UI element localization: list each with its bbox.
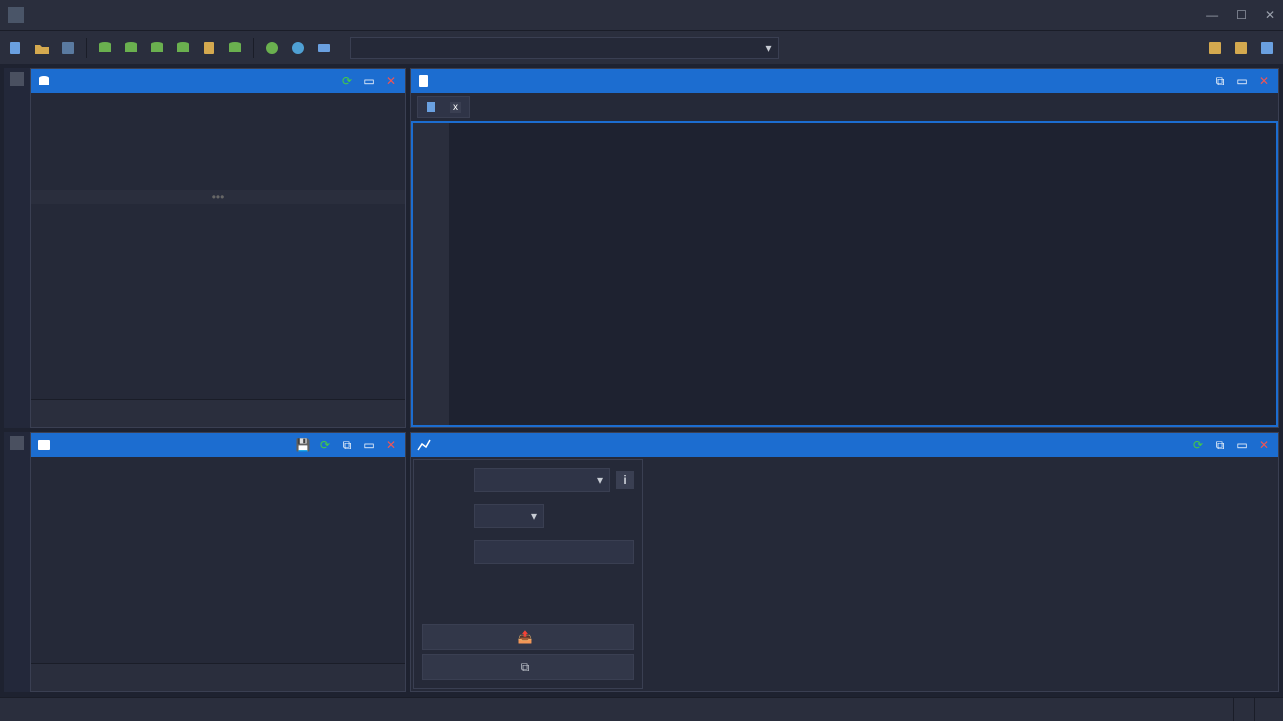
popout-icon[interactable]: ⧉ bbox=[1212, 437, 1228, 453]
tool-icon-1[interactable] bbox=[1205, 38, 1225, 58]
db-icon-2[interactable] bbox=[121, 38, 141, 58]
maximize-icon[interactable]: ☐ bbox=[1236, 8, 1247, 22]
refresh-icon[interactable]: ⟳ bbox=[317, 437, 333, 453]
chevron-down-icon: ▾ bbox=[597, 473, 603, 487]
open-folder-icon[interactable] bbox=[32, 38, 52, 58]
file-icon bbox=[426, 101, 438, 113]
left-gutter bbox=[4, 68, 30, 428]
close-panel-icon[interactable]: ✕ bbox=[1256, 437, 1272, 453]
result-icon bbox=[37, 438, 51, 452]
refresh-icon[interactable]: ⟳ bbox=[339, 73, 355, 89]
editor-tab[interactable]: x bbox=[417, 96, 470, 118]
server-select[interactable]: ▾ bbox=[350, 37, 779, 59]
popout-icon[interactable]: ⧉ bbox=[339, 437, 355, 453]
tool-icon-2[interactable] bbox=[1231, 38, 1251, 58]
clipboard-icon[interactable] bbox=[199, 38, 219, 58]
chart-type-select[interactable]: ▾ bbox=[474, 468, 610, 492]
titlebar: ― ☐ ✕ bbox=[0, 0, 1283, 30]
chart-icon bbox=[417, 438, 431, 452]
chart-plot bbox=[649, 461, 1109, 611]
status-bar bbox=[0, 697, 1283, 721]
server-tree-panel: ⟳ ▭ ✕ ••• bbox=[30, 68, 406, 428]
server-tree-icon bbox=[37, 74, 51, 88]
new-file-icon[interactable] bbox=[6, 38, 26, 58]
save-result-icon[interactable]: 💾 bbox=[295, 437, 311, 453]
chart-theme-select[interactable]: ▾ bbox=[474, 504, 544, 528]
tab-close-icon[interactable]: x bbox=[450, 102, 461, 113]
documents-panel: ⧉ ▭ ✕ x bbox=[410, 68, 1279, 428]
db-icon-3[interactable] bbox=[147, 38, 167, 58]
status-count bbox=[1233, 698, 1254, 721]
tree-splitter[interactable]: ••• bbox=[31, 190, 405, 204]
export-pulse-button[interactable]: 📤 bbox=[422, 624, 634, 650]
minimize-panel-icon[interactable]: ▭ bbox=[1234, 73, 1250, 89]
chevron-down-icon: ▾ bbox=[531, 509, 537, 523]
db-icon-4[interactable] bbox=[173, 38, 193, 58]
run-icon[interactable] bbox=[262, 38, 282, 58]
minimize-panel-icon[interactable]: ▭ bbox=[361, 437, 377, 453]
info-icon[interactable]: i bbox=[616, 471, 634, 489]
db-icon-5[interactable] bbox=[225, 38, 245, 58]
close-panel-icon[interactable]: ✕ bbox=[383, 73, 399, 89]
new-window-icon: ⧉ bbox=[521, 660, 530, 675]
toolbar: ▾ bbox=[0, 30, 1283, 64]
result-panel: 💾 ⟳ ⧉ ▭ ✕ bbox=[30, 432, 406, 692]
chart-title-input[interactable] bbox=[474, 540, 634, 564]
chart-panel: ⟳ ⧉ ▭ ✕ ▾ i ▾ bbox=[410, 432, 1279, 692]
panel-grip-icon[interactable] bbox=[10, 436, 24, 450]
code-editor[interactable] bbox=[411, 121, 1278, 427]
tool-icon-3[interactable] bbox=[1257, 38, 1277, 58]
close-panel-icon[interactable]: ✕ bbox=[1256, 73, 1272, 89]
panel-grip-icon[interactable] bbox=[10, 72, 24, 86]
globe-icon[interactable] bbox=[288, 38, 308, 58]
close-icon[interactable]: ✕ bbox=[1265, 8, 1275, 22]
documents-icon bbox=[417, 74, 431, 88]
chevron-down-icon: ▾ bbox=[765, 41, 771, 55]
app-icon bbox=[8, 7, 24, 23]
save-icon[interactable] bbox=[58, 38, 78, 58]
close-panel-icon[interactable]: ✕ bbox=[383, 437, 399, 453]
db-icon-1[interactable] bbox=[95, 38, 115, 58]
minimize-panel-icon[interactable]: ▭ bbox=[1234, 437, 1250, 453]
minimize-icon[interactable]: ― bbox=[1206, 8, 1218, 22]
export-icon: 📤 bbox=[518, 630, 533, 644]
open-new-window-button[interactable]: ⧉ bbox=[422, 654, 634, 680]
refresh-icon[interactable]: ⟳ bbox=[1190, 437, 1206, 453]
minimize-panel-icon[interactable]: ▭ bbox=[361, 73, 377, 89]
left-gutter-2 bbox=[4, 432, 30, 692]
status-time bbox=[1254, 698, 1275, 721]
popout-icon[interactable]: ⧉ bbox=[1212, 73, 1228, 89]
chart-control-panel: ▾ i ▾ 📤 ⧉ bbox=[413, 459, 643, 689]
connect-icon[interactable] bbox=[314, 38, 334, 58]
